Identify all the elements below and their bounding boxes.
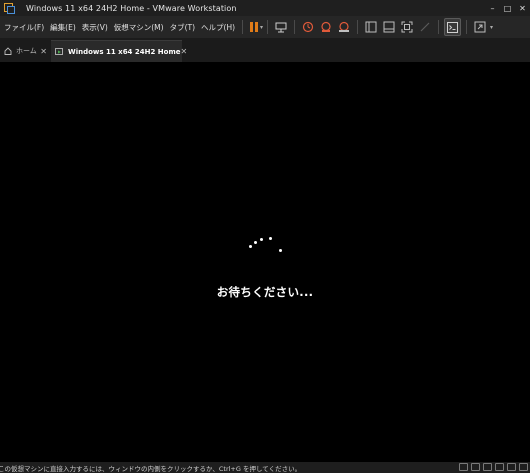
sound-card-icon[interactable] (507, 463, 516, 471)
window-controls: – □ ✕ (485, 0, 530, 16)
stretch-button[interactable] (472, 18, 488, 36)
toolbar-separator (357, 20, 359, 34)
toolbar-separator (466, 20, 468, 34)
toolbar-separator (242, 20, 244, 34)
menu-tabs[interactable]: タブ(T) (167, 22, 198, 33)
fullscreen-button[interactable] (399, 18, 415, 36)
toolbar-separator (267, 20, 269, 34)
menu-file[interactable]: ファイル(F) (0, 22, 47, 33)
unity-button[interactable] (417, 18, 433, 36)
hard-disk-icon[interactable] (459, 463, 468, 471)
unity-icon (419, 21, 431, 33)
toolbar-separator (438, 20, 440, 34)
please-wait-message: お待ちください... (216, 285, 314, 299)
console-view-button[interactable] (444, 18, 462, 36)
tab-vm[interactable]: Windows 11 x64 24H2 Home ✕ (51, 40, 187, 62)
close-icon[interactable]: ✕ (40, 47, 47, 56)
menu-edit[interactable]: 編集(E) (47, 22, 79, 33)
maximize-button[interactable]: □ (500, 0, 515, 16)
vm-icon (55, 47, 64, 56)
send-keys-icon (275, 21, 287, 33)
menu-help[interactable]: ヘルプ(H) (198, 22, 238, 33)
tab-home[interactable]: ホーム ✕ (0, 40, 51, 62)
usb-icon[interactable] (495, 463, 504, 471)
home-icon (4, 47, 12, 55)
device-status-icons (456, 463, 528, 471)
thumbnail-button[interactable] (381, 18, 397, 36)
pause-button[interactable]: ▾ (249, 18, 263, 37)
display-icon[interactable] (519, 463, 528, 471)
snapshot-icon (302, 21, 314, 33)
vmware-app-icon (4, 3, 15, 14)
menu-bar: ファイル(F) 編集(E) 表示(V) 仮想マシン(M) タブ(T) ヘルプ(H… (0, 16, 530, 38)
fullscreen-icon (401, 21, 413, 33)
pause-icon (249, 18, 259, 37)
revert-snapshot-icon (320, 21, 332, 33)
send-keys-button[interactable] (273, 18, 289, 36)
snapshot-button[interactable] (300, 18, 316, 36)
status-message: この仮想マシンに直接入力するには、ウィンドウの内側をクリックするか、Ctrl+G… (0, 464, 302, 473)
stretch-icon (474, 21, 486, 33)
toolbar-separator (294, 20, 296, 34)
vm-console-screen[interactable]: お待ちください... (0, 62, 530, 462)
tab-vm-label: Windows 11 x64 24H2 Home (68, 47, 181, 56)
chevron-down-icon[interactable]: ▾ (490, 24, 493, 31)
library-icon (365, 21, 377, 33)
snapshot-manager-icon (338, 21, 350, 33)
minimize-button[interactable]: – (485, 0, 500, 16)
console-icon (447, 21, 459, 33)
thumbnail-icon (383, 21, 395, 33)
menu-vm[interactable]: 仮想マシン(M) (111, 22, 167, 33)
window-title: Windows 11 x64 24H2 Home - VMware Workst… (26, 3, 237, 13)
close-icon[interactable]: ✕ (180, 47, 187, 56)
tab-bar: ホーム ✕ Windows 11 x64 24H2 Home ✕ (0, 38, 530, 62)
library-button[interactable] (363, 18, 379, 36)
title-bar: Windows 11 x64 24H2 Home - VMware Workst… (0, 0, 530, 16)
close-button[interactable]: ✕ (515, 0, 530, 16)
cd-drive-icon[interactable] (471, 463, 480, 471)
snapshot-manager-button[interactable] (336, 18, 352, 36)
network-adapter-icon[interactable] (483, 463, 492, 471)
tab-home-label: ホーム (16, 47, 37, 55)
revert-snapshot-button[interactable] (318, 18, 334, 36)
status-bar: この仮想マシンに直接入力するには、ウィンドウの内側をクリックするか、Ctrl+G… (0, 462, 530, 473)
menu-view[interactable]: 表示(V) (79, 22, 111, 33)
chevron-down-icon[interactable]: ▾ (260, 24, 263, 31)
